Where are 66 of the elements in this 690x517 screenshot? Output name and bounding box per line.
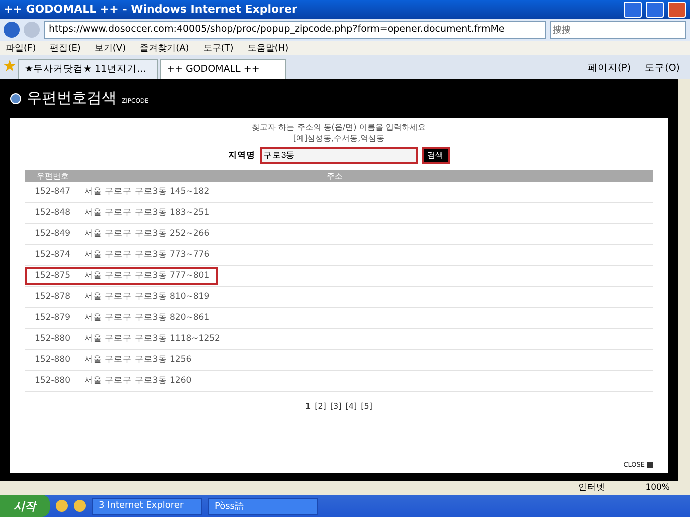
taskbar-button[interactable]: Pòss語: [208, 498, 318, 514]
zone-text: 인터넷: [578, 482, 606, 494]
menu-item[interactable]: 보기(V): [94, 42, 126, 54]
result-row[interactable]: 152-848 서울 구로구 구로3동 183~251: [25, 204, 218, 222]
zip-cell: 152-880: [35, 355, 71, 365]
toolbar-menu[interactable]: 도구(O): [639, 62, 686, 75]
address-field[interactable]: https://www.dosoccer.com:40005/shop/proc/popup_zipcode.php?form=opener.document.frmMe: [44, 21, 546, 39]
zip-cell: 152-880: [35, 376, 71, 386]
instruction-text: 찾고자 하는 주소의 동(읍/면) 이름을 입력하세요: [252, 122, 426, 133]
browser-tab[interactable]: ★두사커닷컴★ 11년지기...: [18, 59, 158, 79]
zip-cell: 152-879: [35, 313, 71, 323]
page-link[interactable]: 1: [306, 402, 312, 411]
page-title: 우편번호검색: [27, 89, 117, 108]
result-row[interactable]: 152-875 서울 구로구 구로3동 777~801: [25, 267, 218, 285]
toolbar-menu[interactable]: 페이지(P): [582, 62, 638, 75]
column-header: 주소: [326, 170, 344, 182]
example-text: [예]삼성동,수서동,역삼동: [293, 133, 385, 144]
zip-cell: 152-847: [35, 187, 71, 197]
menu-item[interactable]: 도구(T): [203, 42, 234, 54]
address-cell: 서울 구로구 구로3동 252~266: [84, 228, 210, 240]
result-row[interactable]: 152-847 서울 구로구 구로3동 145~182: [25, 183, 218, 201]
column-header: 우편번호: [36, 170, 70, 182]
target-icon: [10, 92, 22, 104]
zip-cell: 152-880: [35, 334, 71, 344]
zoom-text[interactable]: 100%: [646, 483, 670, 493]
address-cell: 서울 구로구 구로3동 183~251: [84, 207, 210, 219]
page-link[interactable]: [3]: [330, 402, 342, 411]
menu-item[interactable]: 편집(E): [50, 42, 81, 54]
window-title: ++ GODOMALL ++ - Windows Internet Explorer: [4, 3, 298, 16]
browser-tab[interactable]: ++ GODOMALL ++: [160, 59, 286, 79]
taskbar-button[interactable]: 3 Internet Explorer: [92, 498, 202, 514]
result-row[interactable]: 152-878 서울 구로구 구로3동 810~819: [25, 288, 218, 306]
address-cell: 서울 구로구 구로3동 820~861: [84, 312, 210, 324]
quick-launch-icon[interactable]: [74, 500, 86, 512]
close-icon[interactable]: [668, 2, 686, 18]
zip-cell: 152-878: [35, 292, 71, 302]
zip-cell: 152-875: [35, 271, 71, 281]
search-button[interactable]: 검색: [422, 147, 450, 164]
address-cell: 서울 구로구 구로3동 777~801: [84, 270, 210, 282]
result-row[interactable]: 152-880 서울 구로구 구로3동 1118~1252: [25, 330, 228, 348]
zip-cell: 152-849: [35, 229, 71, 239]
page-link[interactable]: [4]: [346, 402, 358, 411]
address-cell: 서울 구로구 구로3동 1260: [84, 375, 192, 387]
menu-item[interactable]: 도움말(H): [248, 42, 289, 54]
page-link[interactable]: [5]: [361, 402, 372, 411]
address-cell: 서울 구로구 구로3동 1118~1252: [84, 333, 220, 345]
address-cell: 서울 구로구 구로3동 810~819: [84, 291, 210, 303]
region-field[interactable]: 구로3동: [260, 147, 418, 164]
quick-launch-icon[interactable]: [56, 500, 68, 512]
menu-item[interactable]: 파일(F): [6, 42, 36, 54]
address-cell: 서울 구로구 구로3동 1256: [84, 354, 192, 366]
page-link[interactable]: [2]: [315, 402, 326, 411]
zip-cell: 152-874: [35, 250, 71, 260]
field-label: 지역명: [228, 150, 256, 162]
result-row[interactable]: 152-880 서울 구로구 구로3동 1256: [25, 351, 200, 369]
close-icon: [647, 462, 653, 468]
search-field[interactable]: 搜搜: [550, 21, 686, 39]
result-row[interactable]: 152-874 서울 구로구 구로3동 773~776: [25, 246, 218, 264]
start-button[interactable]: 시작: [0, 495, 50, 517]
result-row[interactable]: 152-880 서울 구로구 구로3동 1260: [25, 372, 200, 390]
address-cell: 서울 구로구 구로3동 145~182: [84, 186, 210, 198]
menu-item[interactable]: 즐겨찾기(A): [140, 42, 190, 54]
result-row[interactable]: 152-879 서울 구로구 구로3동 820~861: [25, 309, 218, 327]
address-cell: 서울 구로구 구로3동 773~776: [84, 249, 210, 261]
result-row[interactable]: 152-849 서울 구로구 구로3동 252~266: [25, 225, 218, 243]
zip-cell: 152-848: [35, 208, 71, 218]
